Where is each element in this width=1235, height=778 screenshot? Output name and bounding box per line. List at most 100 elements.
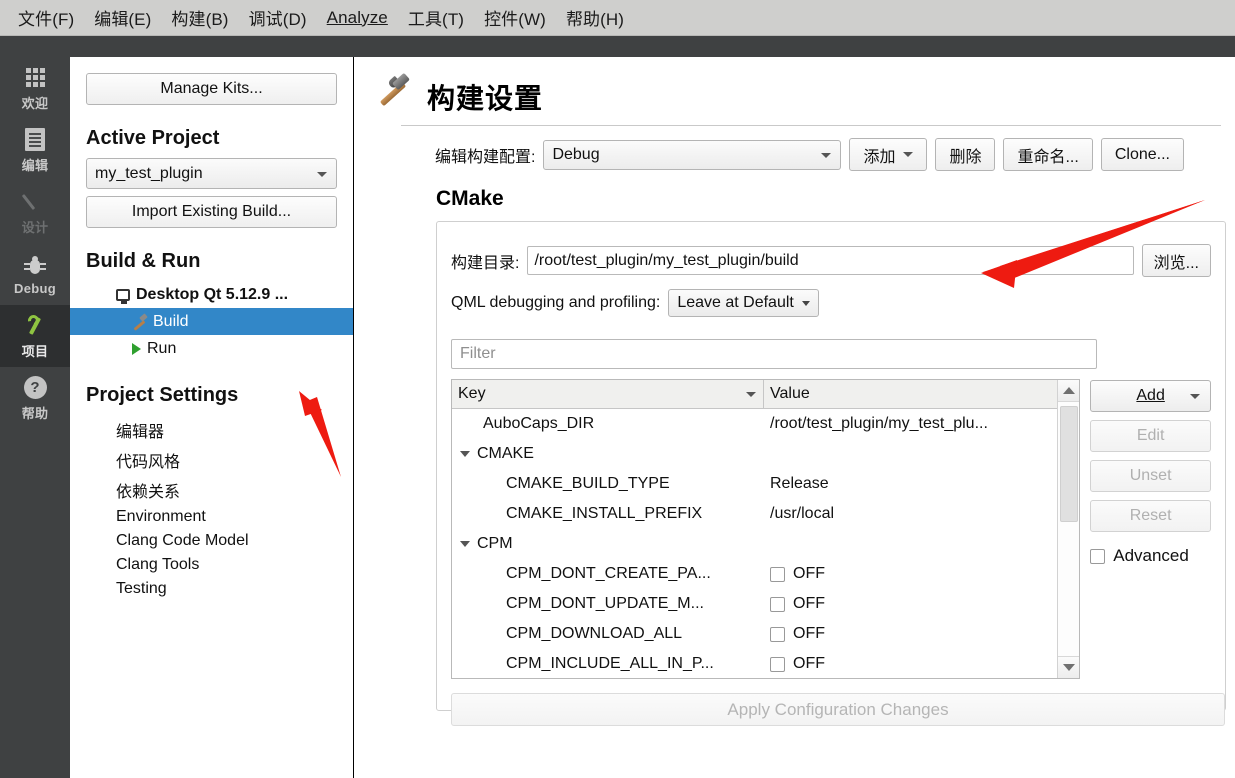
menu-item-widgets[interactable]: 控件(W) — [474, 2, 556, 33]
mode-item-projects[interactable]: 项目 — [0, 305, 70, 367]
row-checkbox[interactable] — [770, 656, 785, 672]
scrollbar-thumb[interactable] — [1059, 406, 1078, 522]
delete-config-button[interactable]: 删除 — [935, 138, 996, 171]
settings-item-dependencies[interactable]: 依赖关系 — [86, 475, 337, 505]
cmake-config-area: Key Value AuboCaps_DIR /root/test_plugin… — [451, 379, 1211, 679]
table-row[interactable]: AuboCaps_DIR /root/test_plugin/my_test_p… — [452, 409, 1057, 439]
table-cell-value-label: OFF — [793, 625, 825, 642]
menu-item-debug[interactable]: 调试(D) — [239, 2, 317, 33]
triangle-down-icon — [1062, 664, 1075, 671]
tree-item-build[interactable]: Build — [70, 308, 353, 335]
delete-config-label: 删除 — [949, 148, 982, 166]
table-row[interactable]: CPM_DONT_CREATE_PA... OFF — [452, 559, 1057, 589]
qml-debugging-combo[interactable]: Leave at Default — [668, 289, 819, 317]
top-dark-band — [0, 36, 1235, 57]
desktop-icon — [116, 288, 130, 304]
settings-item-environment[interactable]: Environment — [86, 505, 337, 529]
table-row[interactable]: CMAKE_BUILD_TYPE Release — [452, 469, 1057, 499]
advanced-checkbox-row[interactable]: Advanced — [1090, 546, 1211, 566]
scrollbar-track[interactable] — [1057, 402, 1080, 656]
table-cell-key-label: CMAKE — [477, 445, 534, 462]
build-config-value: Debug — [552, 145, 600, 163]
clone-config-label: Clone... — [1114, 145, 1170, 163]
scroll-up-button[interactable] — [1057, 380, 1080, 402]
mode-item-help[interactable]: ? 帮助 — [0, 367, 70, 429]
settings-item-editor[interactable]: 编辑器 — [86, 415, 337, 445]
mode-item-debug-label: Debug — [14, 280, 56, 296]
menu-bar: 文件(F) 编辑(E) 构建(B) 调试(D) Analyze 工具(T) 控件… — [0, 0, 1235, 36]
menu-item-tools-label: 工具(T) — [407, 10, 465, 29]
row-checkbox[interactable] — [770, 566, 785, 582]
table-cell-key: CPM — [452, 535, 764, 553]
sort-descending-icon — [746, 392, 756, 397]
document-icon — [25, 127, 45, 153]
reset-variable-label: Reset — [1129, 507, 1172, 524]
table-row[interactable]: CPM — [452, 529, 1057, 559]
menu-item-file[interactable]: 文件(F) — [8, 2, 84, 33]
table-body-wrap: Key Value AuboCaps_DIR /root/test_plugin… — [452, 380, 1058, 678]
clone-config-button[interactable]: Clone... — [1100, 138, 1184, 171]
mode-item-debug[interactable]: Debug — [0, 243, 70, 305]
scroll-down-button[interactable] — [1057, 656, 1080, 678]
edit-build-config-label: 编辑构建配置: — [435, 148, 536, 166]
settings-item-code-style[interactable]: 代码风格 — [86, 445, 337, 475]
expander-collapse-icon[interactable] — [460, 541, 470, 547]
active-project-combo[interactable]: my_test_plugin — [86, 158, 337, 189]
table-cell-value-label: OFF — [793, 565, 825, 582]
table-row[interactable]: CMAKE_INSTALL_PREFIX /usr/local — [452, 499, 1057, 529]
settings-item-clang-code-model[interactable]: Clang Code Model — [86, 529, 337, 553]
reset-variable-button: Reset — [1090, 500, 1211, 532]
menu-item-tools[interactable]: 工具(T) — [398, 2, 474, 33]
qml-debugging-value: Leave at Default — [677, 294, 794, 311]
mode-item-welcome[interactable]: 欢迎 — [0, 57, 70, 119]
qml-debugging-row: QML debugging and profiling: Leave at De… — [451, 289, 1211, 317]
import-existing-build-button[interactable]: Import Existing Build... — [86, 196, 337, 228]
column-header-value[interactable]: Value — [764, 380, 1057, 408]
table-vertical-scrollbar[interactable] — [1057, 380, 1080, 678]
table-cell-key: AuboCaps_DIR — [483, 415, 595, 432]
rename-config-button[interactable]: 重命名... — [1003, 138, 1093, 171]
browse-button[interactable]: 浏览... — [1141, 244, 1211, 277]
table-cell-value: OFF — [764, 655, 1057, 673]
unset-variable-button: Unset — [1090, 460, 1211, 492]
row-checkbox[interactable] — [770, 626, 785, 642]
row-checkbox[interactable] — [770, 596, 785, 612]
table-row[interactable]: CMAKE — [452, 439, 1057, 469]
menu-item-edit[interactable]: 编辑(E) — [84, 2, 161, 33]
menu-item-help-label: 帮助(H) — [565, 10, 625, 29]
menu-item-analyze[interactable]: Analyze — [317, 5, 398, 31]
expander-collapse-icon[interactable] — [460, 451, 470, 457]
table-cell-key: CPM_INCLUDE_ALL_IN_P... — [506, 655, 714, 672]
table-cell-value-label: OFF — [793, 655, 825, 672]
build-directory-input[interactable]: /root/test_plugin/my_test_plugin/build — [527, 246, 1134, 275]
menu-item-build[interactable]: 构建(B) — [161, 2, 238, 33]
advanced-label: Advanced — [1113, 546, 1189, 565]
tree-item-kit-label: Desktop Qt 5.12.9 ... — [136, 285, 289, 303]
rename-config-label: 重命名... — [1017, 148, 1079, 166]
advanced-checkbox[interactable] — [1090, 548, 1106, 564]
chevron-down-icon — [821, 152, 832, 158]
build-settings-pane: 构建设置 编辑构建配置: Debug 添加 删除 重命名... Clone... — [355, 57, 1235, 778]
filter-placeholder: Filter — [460, 345, 496, 362]
table-row[interactable]: CPM_INCLUDE_ALL_IN_P... OFF — [452, 649, 1057, 678]
qml-debugging-label: QML debugging and profiling: — [451, 294, 661, 311]
table-cell-key: CMAKE — [452, 445, 764, 463]
settings-item-testing[interactable]: Testing — [86, 577, 337, 601]
table-cell-value: OFF — [764, 625, 1057, 643]
settings-item-clang-tools[interactable]: Clang Tools — [86, 553, 337, 577]
menu-item-help[interactable]: 帮助(H) — [556, 2, 634, 33]
column-header-key[interactable]: Key — [452, 380, 764, 408]
add-config-button[interactable]: 添加 — [849, 138, 928, 171]
tree-item-kit[interactable]: Desktop Qt 5.12.9 ... — [70, 281, 353, 308]
build-directory-value: /root/test_plugin/my_test_plugin/build — [534, 251, 799, 269]
add-variable-button[interactable]: Add — [1090, 380, 1211, 412]
mode-item-edit[interactable]: 编辑 — [0, 119, 70, 181]
build-config-combo[interactable]: Debug — [543, 139, 842, 170]
manage-kits-button[interactable]: Manage Kits... — [86, 73, 337, 105]
table-row[interactable]: CPM_DONT_UPDATE_M... OFF — [452, 589, 1057, 619]
cmake-config-actions: Add Edit Unset Reset Advanced — [1090, 379, 1211, 679]
filter-input[interactable]: Filter — [451, 339, 1097, 369]
table-cell-value: OFF — [764, 595, 1057, 613]
tree-item-run[interactable]: Run — [70, 335, 353, 362]
table-row[interactable]: CPM_DOWNLOAD_ALL OFF — [452, 619, 1057, 649]
